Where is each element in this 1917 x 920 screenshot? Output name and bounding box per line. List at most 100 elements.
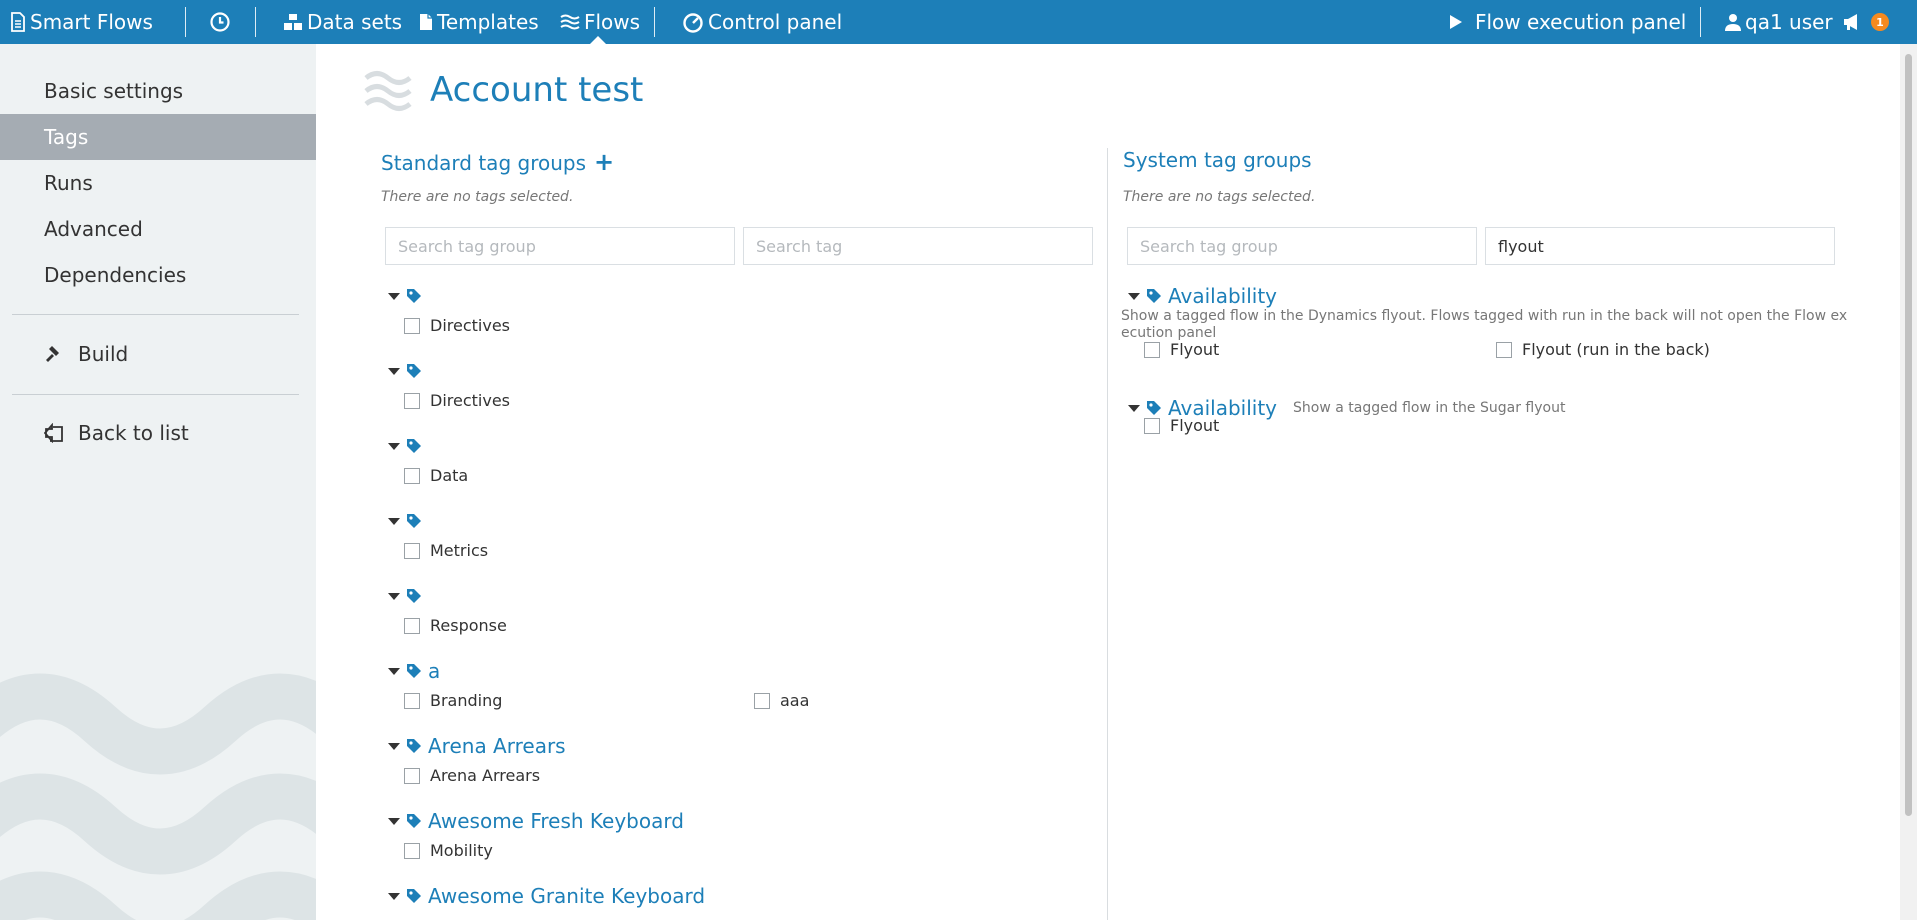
tag-checkbox[interactable]: Metrics [404, 541, 488, 560]
sidebar-item-tags[interactable]: Tags [0, 114, 316, 160]
standard-tag-group-name: Arena Arrears [428, 734, 566, 758]
checkbox[interactable] [1144, 417, 1160, 434]
standard-search-tag-group-input[interactable] [385, 227, 735, 265]
vertical-scrollbar[interactable] [1900, 44, 1917, 920]
tag-checkbox-flyout[interactable]: Flyout [1144, 416, 1219, 435]
tag-label: aaa [780, 691, 810, 710]
checkbox[interactable] [1496, 341, 1512, 358]
main-content: Account test Standard tag groups + There … [316, 44, 1900, 920]
standard-tag-group-header[interactable] [388, 284, 428, 308]
system-tag-group-header[interactable]: Availability [1128, 284, 1277, 308]
checkbox[interactable] [404, 317, 420, 334]
sidebar-item-advanced[interactable]: Advanced [0, 206, 316, 252]
megaphone-icon [1843, 13, 1863, 31]
checkbox[interactable] [404, 692, 420, 709]
tag-label: Directives [430, 391, 510, 410]
sidebar-back-label: Back to list [78, 421, 189, 445]
standard-tag-group-header[interactable]: Awesome Granite Keyboard [388, 884, 705, 908]
system-search-tag-input[interactable] [1485, 227, 1835, 265]
clock-icon [209, 11, 231, 33]
sidebar-build-button[interactable]: Build [0, 331, 316, 377]
nav-separator [654, 7, 655, 37]
checkbox[interactable] [404, 467, 420, 484]
tag-checkbox[interactable]: Directives [404, 391, 510, 410]
standard-tag-group-name: Awesome Fresh Keyboard [428, 809, 684, 833]
nav-data-sets-label: Data sets [307, 10, 403, 34]
tag-checkbox[interactable]: aaa [754, 691, 809, 710]
tag-checkbox[interactable]: Arena Arrears [404, 766, 540, 785]
sidebar-item-dependencies[interactable]: Dependencies [0, 252, 316, 298]
notifications-button[interactable] [1843, 0, 1863, 44]
checkbox[interactable] [404, 842, 420, 859]
tag-label: Metrics [430, 541, 489, 560]
standard-tag-group-header[interactable] [388, 434, 428, 458]
tag-label: Directives [430, 316, 510, 335]
tag-checkbox-flyout-run-in-back[interactable]: Flyout (run in the back) [1496, 340, 1710, 359]
system-tag-group-description: Show a tagged flow in the Sugar flyout [1293, 400, 1566, 416]
tag-checkbox[interactable]: Mobility [404, 841, 493, 860]
caret-down-icon [388, 442, 400, 450]
standard-tag-groups-title: Standard tag groups + [381, 148, 614, 176]
tag-checkbox[interactable]: Response [404, 616, 507, 635]
sidebar-divider [12, 314, 299, 315]
page-title: Account test [430, 70, 644, 110]
nav-separator [255, 7, 256, 37]
checkbox[interactable] [404, 617, 420, 634]
scrollbar-thumb[interactable] [1905, 54, 1912, 816]
sidebar-back-button[interactable]: Back to list [0, 410, 316, 456]
tag-checkbox[interactable]: Directives [404, 316, 510, 335]
history-button[interactable] [209, 0, 231, 44]
tag-icon [406, 288, 422, 304]
sidebar: Basic settings Tags Runs Advanced Depend… [0, 44, 316, 920]
standard-tag-groups-label: Standard tag groups [381, 151, 586, 175]
standard-tag-group-header[interactable] [388, 359, 428, 383]
hammer-icon [44, 344, 64, 364]
nav-control-panel[interactable]: Control panel [682, 0, 842, 44]
tag-icon [406, 438, 422, 454]
tag-label: Data [430, 466, 469, 485]
standard-empty-note: There are no tags selected. [381, 189, 574, 205]
tag-label: Flyout (run in the back) [1522, 340, 1710, 359]
nav-templates[interactable]: Templates [419, 0, 539, 44]
standard-tag-group-header[interactable]: a [388, 659, 440, 683]
caret-down-icon [388, 367, 400, 375]
user-menu[interactable]: qa1 user [1725, 0, 1833, 44]
tag-checkbox[interactable]: Data [404, 466, 468, 485]
sidebar-item-basic-settings[interactable]: Basic settings [0, 68, 316, 114]
nav-separator [185, 7, 186, 37]
nav-data-sets[interactable]: Data sets [283, 0, 402, 44]
checkbox[interactable] [404, 542, 420, 559]
standard-search-tag-input[interactable] [743, 227, 1093, 265]
system-tag-group-name: Availability [1168, 284, 1278, 308]
gauge-icon [682, 11, 704, 33]
sidebar-build-label: Build [78, 342, 129, 366]
caret-down-icon [388, 592, 400, 600]
standard-tag-group-header[interactable] [388, 584, 428, 608]
tag-label: Branding [430, 691, 503, 710]
tag-icon [406, 588, 422, 604]
play-icon [1449, 14, 1463, 30]
checkbox[interactable] [404, 392, 420, 409]
tag-checkbox[interactable]: Branding [404, 691, 502, 710]
checkbox[interactable] [754, 692, 770, 709]
standard-tag-group-header[interactable]: Arena Arrears [388, 734, 566, 758]
flow-execution-panel-label: Flow execution panel [1475, 10, 1687, 34]
checkbox[interactable] [1144, 341, 1160, 358]
checkbox[interactable] [404, 767, 420, 784]
add-tag-group-button[interactable]: + [594, 148, 614, 176]
flow-execution-panel-button[interactable]: Flow execution panel [1449, 0, 1686, 44]
datasets-icon [283, 13, 303, 31]
tag-label: Response [430, 616, 507, 635]
sidebar-item-runs[interactable]: Runs [0, 160, 316, 206]
sidebar-item-label: Tags [44, 125, 89, 149]
sidebar-item-label: Dependencies [44, 263, 187, 287]
tag-checkbox-flyout[interactable]: Flyout [1144, 340, 1219, 359]
standard-tag-group-header[interactable]: Awesome Fresh Keyboard [388, 809, 684, 833]
caret-down-icon [1128, 404, 1140, 412]
system-search-tag-group-input[interactable] [1127, 227, 1477, 265]
standard-tag-group-name: a [428, 659, 441, 683]
standard-tag-group-name: Awesome Granite Keyboard [428, 884, 706, 908]
standard-tag-group-header[interactable] [388, 509, 428, 533]
system-tag-groups-title: System tag groups [1123, 148, 1312, 172]
brand-link[interactable]: Smart Flows [10, 0, 153, 44]
